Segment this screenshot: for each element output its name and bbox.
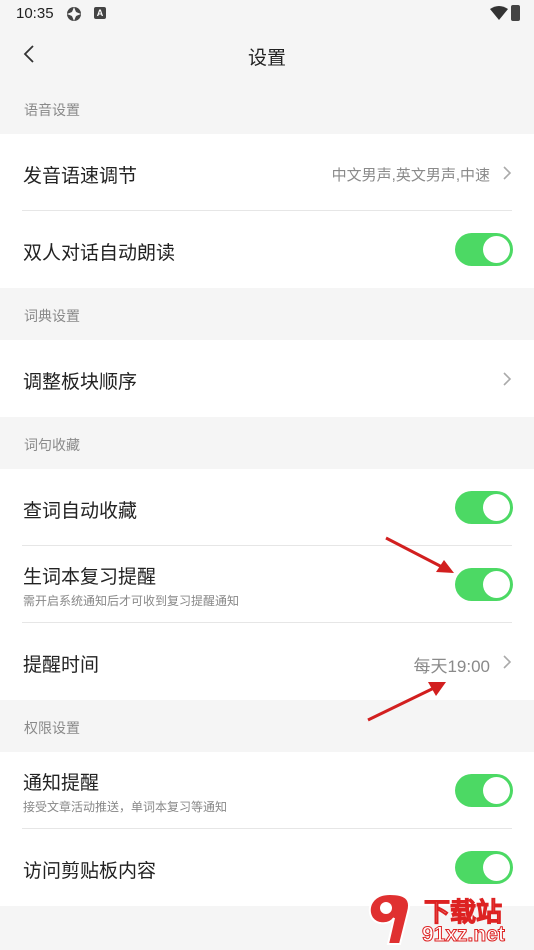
section-header-perm: 权限设置 xyxy=(0,700,534,752)
row-notify: 通知提醒 接受文章活动推送，单词本复习等通知 xyxy=(0,752,534,829)
row-label: 访问剪贴板内容 xyxy=(23,861,157,882)
watermark-text-url: 91xz.net xyxy=(422,923,506,947)
row-dialog-autoread: 双人对话自动朗读 xyxy=(0,211,534,288)
group-perm: 通知提醒 接受文章活动推送，单词本复习等通知 访问剪贴板内容 xyxy=(0,752,534,906)
row-label: 提醒时间 xyxy=(23,655,100,676)
annotation-arrow-icon xyxy=(385,536,454,573)
chevron-right-icon xyxy=(503,655,512,669)
section-header-dict: 词典设置 xyxy=(0,288,534,340)
row-label: 双人对话自动朗读 xyxy=(23,243,176,264)
a-badge-icon: A xyxy=(94,7,106,19)
row-remind-time[interactable]: 提醒时间 每天19:00 xyxy=(0,623,534,700)
row-subtitle: 需开启系统通知后才可收到复习提醒通知 xyxy=(23,594,240,608)
notify-toggle[interactable] xyxy=(455,774,513,807)
group-voice: 发音语速调节 中文男声,英文男声,中速 双人对话自动朗读 xyxy=(0,134,534,288)
app-notification-icon xyxy=(67,7,81,21)
chevron-right-icon xyxy=(503,372,512,386)
clipboard-toggle[interactable] xyxy=(455,851,513,884)
row-label: 发音语速调节 xyxy=(23,166,138,187)
chevron-right-icon xyxy=(503,166,512,180)
row-label: 通知提醒 xyxy=(23,773,100,794)
annotation-arrow-icon xyxy=(367,682,446,722)
row-label: 查词自动收藏 xyxy=(23,501,138,522)
dialog-autoread-toggle[interactable] xyxy=(455,233,513,266)
watermark-logo: 下载站 91xz.net xyxy=(360,890,530,948)
row-block-order[interactable]: 调整板块顺序 xyxy=(0,340,534,417)
row-subtitle: 接受文章活动推送，单词本复习等通知 xyxy=(23,800,228,814)
section-header-voice: 语音设置 xyxy=(0,82,534,134)
row-value: 中文男声,英文男声,中速 xyxy=(331,167,490,184)
app-bar: 设置 xyxy=(0,28,534,82)
status-bar: 10:35 A xyxy=(0,0,534,28)
row-label: 生词本复习提醒 xyxy=(23,567,157,588)
battery-icon xyxy=(511,5,520,21)
group-collect: 查词自动收藏 生词本复习提醒 需开启系统通知后才可收到复习提醒通知 提醒时间 每… xyxy=(0,469,534,700)
wifi-icon xyxy=(490,6,508,20)
row-pronounce-speed[interactable]: 发音语速调节 中文男声,英文男声,中速 xyxy=(0,134,534,211)
page-title: 设置 xyxy=(247,48,286,69)
group-dict: 调整板块顺序 xyxy=(0,340,534,417)
review-reminder-toggle[interactable] xyxy=(455,568,513,601)
status-time: 10:35 xyxy=(16,5,54,22)
watermark-mark-icon xyxy=(368,892,410,945)
row-label: 调整板块顺序 xyxy=(23,372,138,393)
row-value: 每天19:00 xyxy=(413,657,490,676)
auto-collect-toggle[interactable] xyxy=(455,491,513,524)
section-header-collect: 词句收藏 xyxy=(0,417,534,469)
